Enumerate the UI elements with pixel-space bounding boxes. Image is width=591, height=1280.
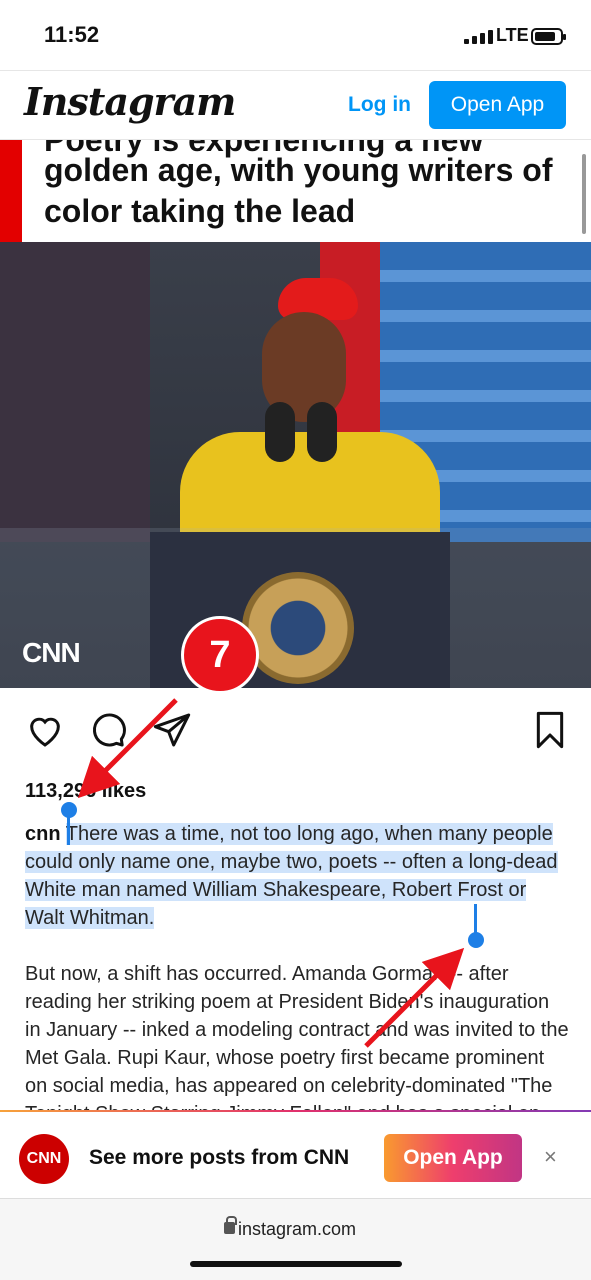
likes-count[interactable]: 113,296 likes xyxy=(25,780,146,803)
scrollbar xyxy=(582,154,586,234)
share-icon[interactable] xyxy=(152,710,192,750)
status-bar: 11:52 LTE xyxy=(0,0,591,70)
presidential-seal xyxy=(242,572,354,684)
crowd-left xyxy=(0,242,150,542)
url-text[interactable]: instagram.com xyxy=(238,1219,356,1240)
signal-icon xyxy=(464,30,493,44)
promo-text: See more posts from CNN xyxy=(89,1146,350,1169)
headline-text: golden age, with young writers of color … xyxy=(44,152,553,229)
instagram-logo[interactable]: Instagram xyxy=(24,79,236,124)
open-app-button[interactable]: Open App xyxy=(429,81,566,129)
selection-end-handle[interactable] xyxy=(468,932,484,948)
cnn-avatar[interactable]: CNN xyxy=(19,1134,69,1184)
battery-icon xyxy=(531,28,566,45)
home-indicator[interactable] xyxy=(190,1261,402,1267)
step-number-badge: 7 xyxy=(181,616,259,694)
close-icon[interactable]: × xyxy=(544,1144,557,1170)
selection-start-cursor xyxy=(67,815,70,845)
bookmark-icon[interactable] xyxy=(532,710,568,750)
microphone-right xyxy=(307,402,337,462)
photo-scene: CNN xyxy=(0,242,591,688)
microphone-left xyxy=(265,402,295,462)
comment-icon[interactable] xyxy=(88,710,128,750)
instagram-header: Instagram Log in Open App xyxy=(0,70,591,140)
browser-url-bar: instagram.com xyxy=(0,1198,591,1280)
selection-end-cursor xyxy=(474,904,477,934)
promo-open-app-button[interactable]: Open App xyxy=(384,1134,522,1182)
heart-icon[interactable] xyxy=(25,710,65,750)
selected-caption-text[interactable]: There was a time, not too long ago, when… xyxy=(25,823,558,929)
post-image[interactable]: Poetry is experiencing a new golden age,… xyxy=(0,140,591,688)
headline-accent-bar xyxy=(0,140,22,242)
cnn-watermark: CNN xyxy=(22,637,81,668)
network-label: LTE xyxy=(496,25,529,45)
caption-username[interactable]: cnn xyxy=(25,823,61,845)
login-link[interactable]: Log in xyxy=(348,93,411,117)
lock-icon xyxy=(224,1216,237,1234)
status-time: 11:52 xyxy=(44,22,100,47)
post-actions xyxy=(0,710,591,760)
headline-band: Poetry is experiencing a new golden age,… xyxy=(0,140,591,242)
